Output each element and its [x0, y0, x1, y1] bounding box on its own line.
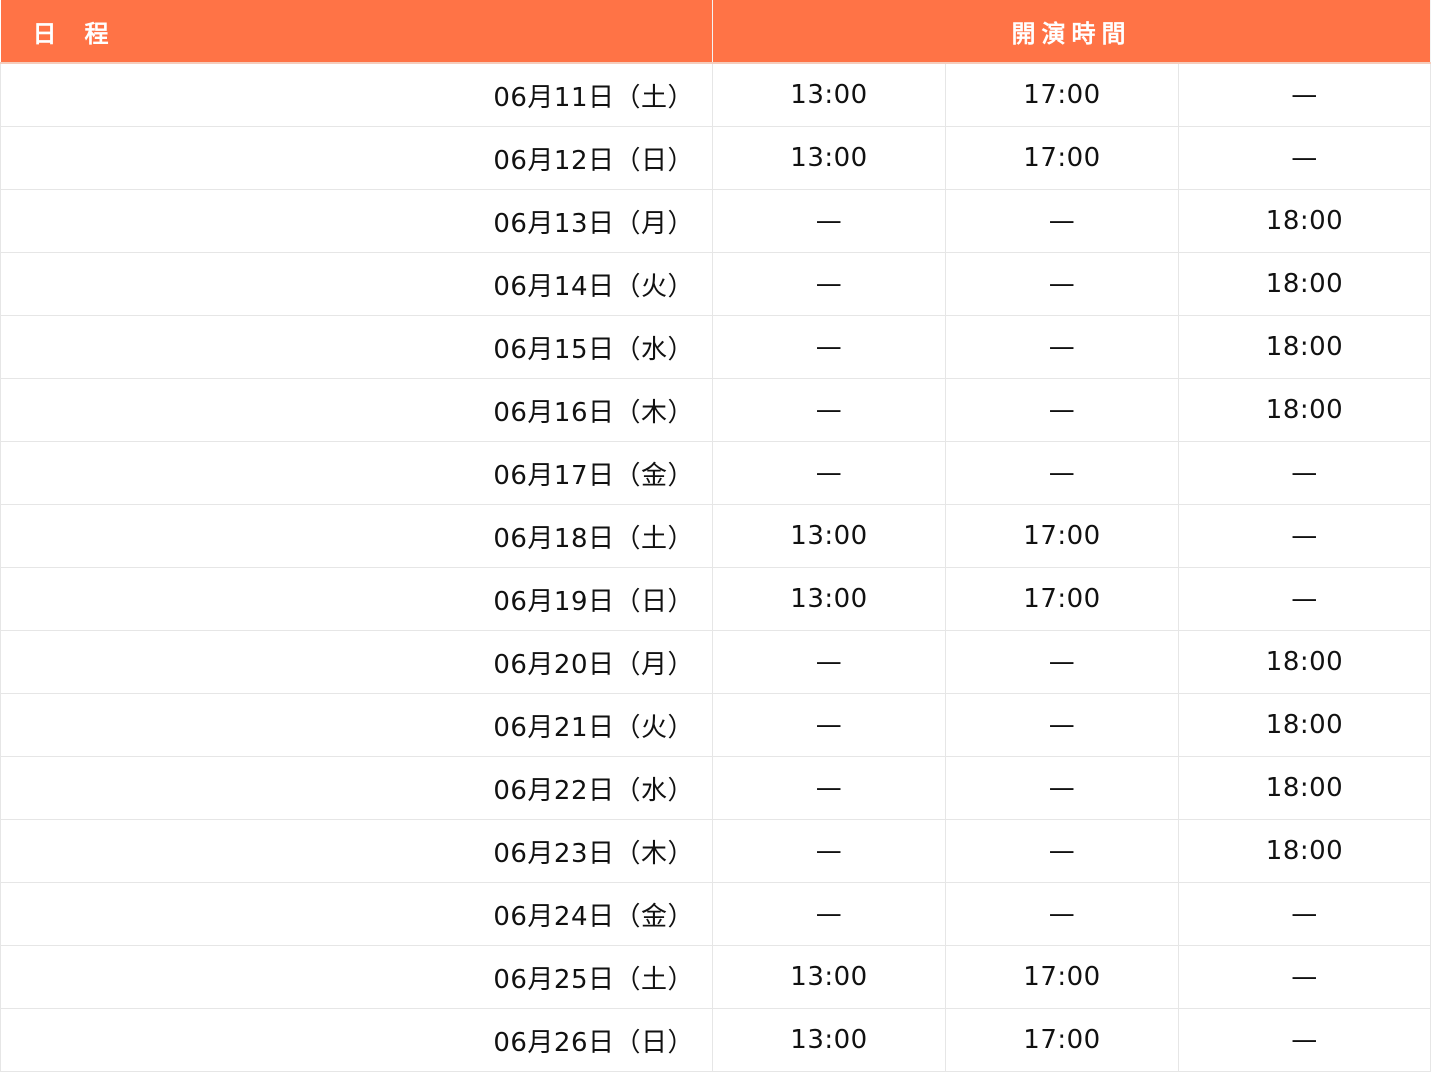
date-header-char-1: 日: [32, 19, 57, 48]
date-cell: 06月24日（金）: [0, 882, 713, 946]
date-column-header: 日程: [0, 0, 713, 64]
table-row: 06月25日（土） 13:00 17:00—: [0, 945, 1431, 1009]
date-cell: 06月13日（月）: [0, 189, 713, 253]
showtime-3-cell: 18:00: [1178, 189, 1431, 253]
showtime-1-cell: —: [712, 315, 946, 379]
table-row: 06月12日（日） 13:00 17:00—: [0, 126, 1431, 190]
showtime-2-cell: —: [945, 378, 1179, 442]
showtime-2-cell: —: [945, 315, 1179, 379]
date-cell: 06月21日（火）: [0, 693, 713, 757]
showtime-3-cell: —: [1178, 882, 1431, 946]
date-header-char-2: 程: [84, 19, 109, 48]
showtime-2-cell: —: [945, 630, 1179, 694]
table-row: 06月13日（月） — —18:00: [0, 189, 1431, 253]
table-row: 06月17日（金） — — —: [0, 441, 1431, 505]
showtime-2-cell: 17:00: [945, 126, 1179, 190]
showtime-2-cell: 17:00: [945, 504, 1179, 568]
showtime-2-cell: —: [945, 693, 1179, 757]
table-row: 06月21日（火） — —18:00: [0, 693, 1431, 757]
showtime-2-cell: 17:00: [945, 945, 1179, 1009]
date-cell: 06月26日（日）: [0, 1008, 713, 1072]
showtime-1-cell: 13:00: [712, 1008, 946, 1072]
showtime-1-cell: 13:00: [712, 126, 946, 190]
table-row: 06月26日（日） 13:00 17:00—: [0, 1008, 1431, 1072]
date-cell: 06月23日（木）: [0, 819, 713, 883]
showtime-1-cell: 13:00: [712, 63, 946, 127]
table-row: 06月24日（金） — — —: [0, 882, 1431, 946]
showtime-3-cell: —: [1178, 126, 1431, 190]
showtime-1-cell: —: [712, 189, 946, 253]
showtime-2-cell: —: [945, 882, 1179, 946]
showtime-1-cell: —: [712, 252, 946, 316]
showtime-2-cell: —: [945, 819, 1179, 883]
showtime-3-cell: —: [1178, 567, 1431, 631]
date-cell: 06月16日（木）: [0, 378, 713, 442]
table-row: 06月20日（月） — —18:00: [0, 630, 1431, 694]
showtime-2-cell: —: [945, 252, 1179, 316]
date-cell: 06月18日（土）: [0, 504, 713, 568]
showtime-2-cell: 17:00: [945, 63, 1179, 127]
schedule-table: 日程 開演時間 06月11日（土） 13:00 17:00—06月12日（日） 13:…: [0, 0, 1431, 1072]
table-row: 06月14日（火） — —18:00: [0, 252, 1431, 316]
showtime-1-cell: —: [712, 441, 946, 505]
showtime-3-cell: 18:00: [1178, 819, 1431, 883]
table-row: 06月19日（日） 13:00 17:00—: [0, 567, 1431, 631]
showtime-3-cell: 18:00: [1178, 252, 1431, 316]
date-cell: 06月25日（土）: [0, 945, 713, 1009]
showtime-2-cell: —: [945, 189, 1179, 253]
showtime-3-cell: 18:00: [1178, 693, 1431, 757]
table-row: 06月16日（木） — —18:00: [0, 378, 1431, 442]
showtime-1-cell: 13:00: [712, 504, 946, 568]
date-cell: 06月19日（日）: [0, 567, 713, 631]
showtime-1-cell: —: [712, 882, 946, 946]
showtime-2-cell: —: [945, 756, 1179, 820]
showtime-1-cell: —: [712, 378, 946, 442]
header-row: 日程 開演時間: [0, 0, 1431, 64]
showtime-3-cell: —: [1178, 441, 1431, 505]
table-row: 06月15日（水） — —18:00: [0, 315, 1431, 379]
date-cell: 06月15日（水）: [0, 315, 713, 379]
showtime-3-cell: 18:00: [1178, 378, 1431, 442]
date-cell: 06月11日（土）: [0, 63, 713, 127]
showtime-2-cell: —: [945, 441, 1179, 505]
showtime-3-cell: 18:00: [1178, 630, 1431, 694]
table-row: 06月18日（土） 13:00 17:00—: [0, 504, 1431, 568]
table-row: 06月23日（木） — —18:00: [0, 819, 1431, 883]
showtime-1-cell: 13:00: [712, 567, 946, 631]
date-cell: 06月20日（月）: [0, 630, 713, 694]
showtime-column-header: 開演時間: [712, 0, 1431, 64]
showtime-1-cell: —: [712, 756, 946, 820]
showtime-3-cell: —: [1178, 945, 1431, 1009]
date-cell: 06月17日（金）: [0, 441, 713, 505]
showtime-2-cell: 17:00: [945, 567, 1179, 631]
showtime-1-cell: 13:00: [712, 945, 946, 1009]
showtime-1-cell: —: [712, 630, 946, 694]
date-cell: 06月12日（日）: [0, 126, 713, 190]
showtime-2-cell: 17:00: [945, 1008, 1179, 1072]
table-row: 06月11日（土） 13:00 17:00—: [0, 63, 1431, 127]
showtime-3-cell: —: [1178, 1008, 1431, 1072]
showtime-3-cell: 18:00: [1178, 315, 1431, 379]
date-cell: 06月22日（水）: [0, 756, 713, 820]
showtime-1-cell: —: [712, 693, 946, 757]
schedule-rows: 06月11日（土） 13:00 17:00—06月12日（日） 13:00 17:00—…: [0, 63, 1431, 1072]
showtime-1-cell: —: [712, 819, 946, 883]
showtime-3-cell: —: [1178, 504, 1431, 568]
showtime-3-cell: —: [1178, 63, 1431, 127]
date-cell: 06月14日（火）: [0, 252, 713, 316]
table-row: 06月22日（水） — —18:00: [0, 756, 1431, 820]
showtime-3-cell: 18:00: [1178, 756, 1431, 820]
